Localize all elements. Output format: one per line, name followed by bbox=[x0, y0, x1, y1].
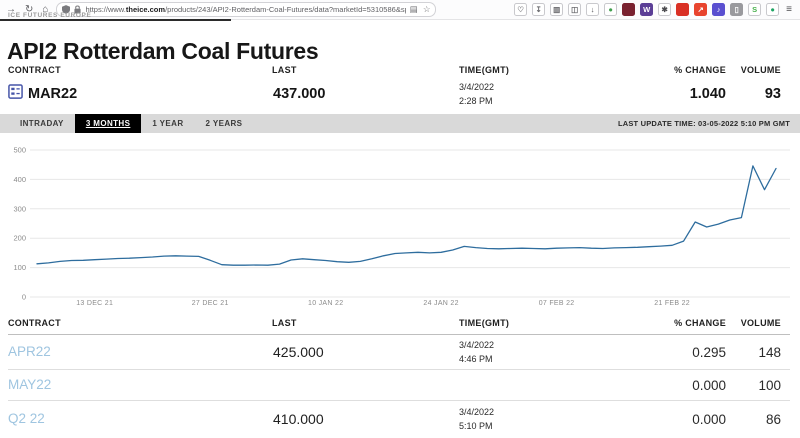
row-divider bbox=[8, 400, 790, 401]
contract-name: MAR22 bbox=[28, 86, 77, 102]
breadcrumb[interactable]: ICE FUTURES EUROPE bbox=[8, 12, 91, 19]
pct-change: 1.040 bbox=[690, 86, 726, 102]
price-line-chart-svg: 0 100 200 300 400 500 13 DEC 21 27 DEC 21 10 JAN… bbox=[0, 138, 800, 310]
pct-change: 0.295 bbox=[692, 345, 726, 360]
save-tray-extension-icon[interactable]: ↧ bbox=[532, 3, 545, 16]
bookmark-star-icon[interactable]: ☆ bbox=[423, 5, 431, 14]
svg-text:10 JAN 22: 10 JAN 22 bbox=[308, 300, 343, 307]
contract-link-apr22[interactable]: APR22 bbox=[8, 344, 51, 359]
address-bar[interactable]: https://www.theice.com/products/243/API2… bbox=[56, 2, 436, 17]
svg-text:21 FEB 22: 21 FEB 22 bbox=[654, 300, 690, 307]
menu-icon[interactable]: ≡ bbox=[786, 5, 800, 15]
contract-link-may22[interactable]: MAY22 bbox=[8, 377, 51, 392]
tab-intraday[interactable]: INTRADAY bbox=[9, 114, 75, 133]
tab-3-months[interactable]: 3 MONTHS bbox=[75, 114, 142, 133]
wikipedia-extension-icon[interactable]: W bbox=[640, 3, 653, 16]
last-update-time: LAST UPDATE TIME: 03-05-2022 5:10 PM GMT bbox=[618, 119, 790, 128]
page-title: API2 Rotterdam Coal Futures bbox=[7, 38, 318, 65]
svg-text:07 FEB 22: 07 FEB 22 bbox=[539, 300, 575, 307]
volume: 100 bbox=[758, 378, 781, 393]
last-price: 425.000 bbox=[273, 344, 324, 360]
volume: 86 bbox=[766, 412, 781, 427]
adblock-extension-icon[interactable] bbox=[676, 3, 689, 16]
svg-text:0: 0 bbox=[22, 293, 26, 302]
orange-extension-icon[interactable]: ↗ bbox=[694, 3, 707, 16]
pct-change: 0.000 bbox=[692, 378, 726, 393]
shield-badge-extension-icon[interactable] bbox=[622, 3, 635, 16]
svg-text:200: 200 bbox=[13, 234, 26, 243]
column-header-pct-change: % CHANGE bbox=[674, 318, 726, 328]
pocket-extension-icon[interactable]: ♡ bbox=[514, 3, 527, 16]
green-circle-extension-icon[interactable]: ● bbox=[766, 3, 779, 16]
svg-text:13 DEC 21: 13 DEC 21 bbox=[76, 300, 113, 307]
contract-link-q2-22[interactable]: Q2 22 bbox=[8, 411, 45, 426]
svg-text:27 DEC 21: 27 DEC 21 bbox=[192, 300, 229, 307]
column-header-time: TIME(GMT) bbox=[459, 65, 509, 75]
row-divider bbox=[8, 369, 790, 370]
skype-s-extension-icon[interactable]: S bbox=[748, 3, 761, 16]
contract-link-mar22[interactable]: MAR22 bbox=[8, 84, 77, 104]
reader-view-icon[interactable]: ▤ bbox=[410, 5, 418, 14]
trash-extension-icon[interactable]: ▯ bbox=[730, 3, 743, 16]
price-history-chart: 0 100 200 300 400 500 13 DEC 21 27 DEC 21 10 JAN… bbox=[0, 138, 800, 310]
svg-text:100: 100 bbox=[13, 263, 26, 272]
breadcrumb-underline bbox=[0, 19, 231, 21]
url-text[interactable]: https://www.theice.com/products/243/API2… bbox=[85, 5, 405, 14]
last-price: 437.000 bbox=[273, 86, 325, 102]
trade-time: 3/4/2022 4:46 PM bbox=[459, 339, 494, 367]
svg-text:300: 300 bbox=[13, 204, 26, 213]
column-header-last: LAST bbox=[272, 318, 297, 328]
column-header-time: TIME(GMT) bbox=[459, 318, 509, 328]
column-header-volume: VOLUME bbox=[741, 318, 781, 328]
column-header-contract: CONTRACT bbox=[8, 318, 61, 328]
music-extension-icon[interactable]: ♪ bbox=[712, 3, 725, 16]
address-bar-actions: ▤☆ bbox=[410, 5, 431, 14]
column-header-pct-change: % CHANGE bbox=[674, 65, 726, 75]
pct-change: 0.000 bbox=[692, 412, 726, 427]
library-extension-icon[interactable]: ▥ bbox=[550, 3, 563, 16]
paw-extension-icon[interactable]: ✱ bbox=[658, 3, 671, 16]
chart-range-tabbar: INTRADAY 3 MONTHS 1 YEAR 2 YEARS LAST UP… bbox=[0, 114, 800, 133]
tab-2-years[interactable]: 2 YEARS bbox=[195, 114, 254, 133]
sidebar-extension-icon[interactable]: ◫ bbox=[568, 3, 581, 16]
column-header-last: LAST bbox=[272, 65, 297, 75]
browser-toolbar: →↻⌂ https://www.theice.com/products/243/… bbox=[0, 0, 800, 20]
green-dot-extension-icon[interactable]: ● bbox=[604, 3, 617, 16]
trade-time: 3/4/2022 5:10 PM bbox=[459, 406, 494, 434]
download-extension-icon[interactable]: ↓ bbox=[586, 3, 599, 16]
volume: 148 bbox=[758, 345, 781, 360]
column-header-contract: CONTRACT bbox=[8, 65, 61, 75]
svg-text:500: 500 bbox=[13, 146, 26, 155]
trade-time: 3/4/2022 2:28 PM bbox=[459, 81, 494, 109]
svg-text:24 JAN 22: 24 JAN 22 bbox=[423, 300, 458, 307]
last-price: 410.000 bbox=[273, 411, 324, 427]
tab-1-year[interactable]: 1 YEAR bbox=[141, 114, 194, 133]
contract-report-icon bbox=[8, 84, 23, 104]
volume: 93 bbox=[765, 86, 781, 102]
extension-toolbar: ♡ ↧ ▥ ◫ ↓ ● W ✱ ↗ ♪ ▯ S ● bbox=[514, 3, 786, 16]
svg-text:400: 400 bbox=[13, 175, 26, 184]
header-divider bbox=[8, 334, 790, 335]
column-header-volume: VOLUME bbox=[741, 65, 781, 75]
